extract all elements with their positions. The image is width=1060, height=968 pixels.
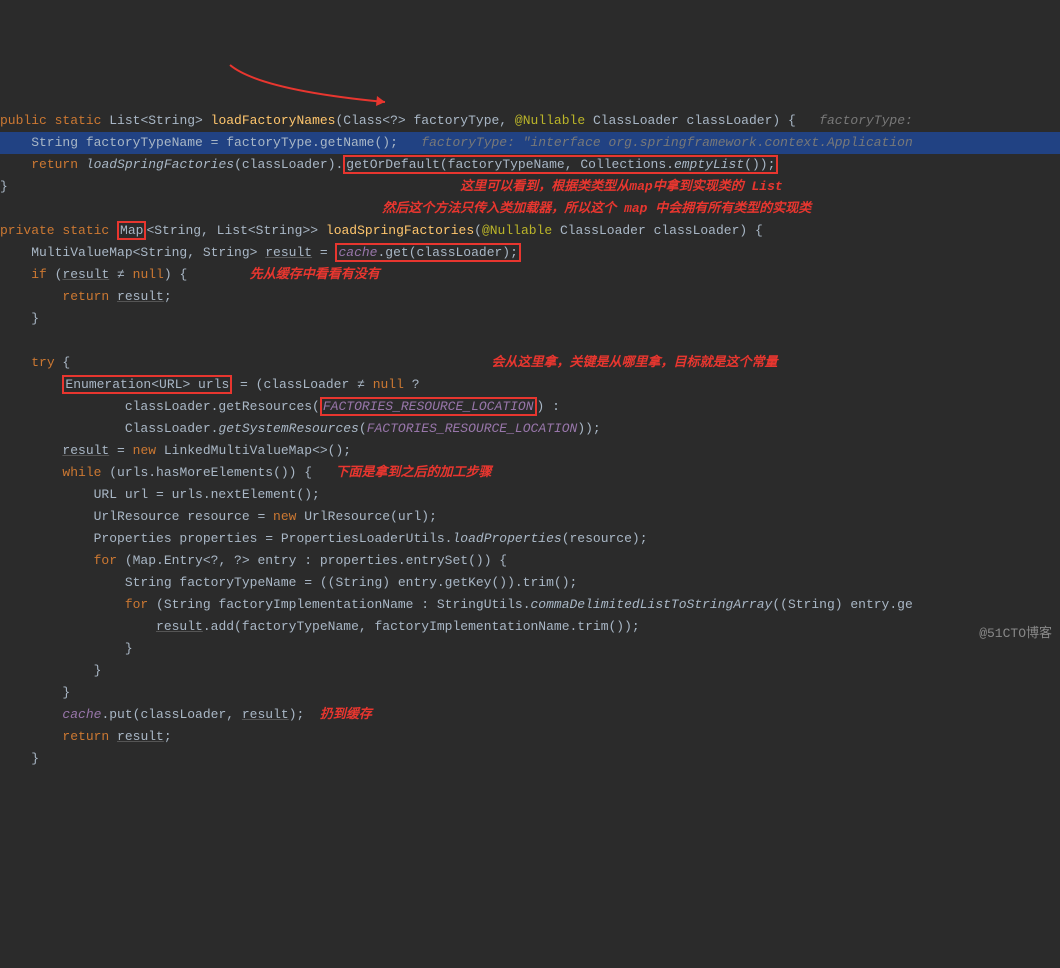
annotation: 下面是拿到之后的加工步骤 — [335, 465, 491, 480]
highlight-box: cache.get(classLoader); — [335, 243, 520, 262]
code-line: } — [0, 179, 8, 194]
highlighted-line: String factoryTypeName = factoryType.get… — [0, 132, 1060, 154]
highlight-box: getOrDefault(factoryTypeName, Collection… — [343, 155, 778, 174]
code-line: } — [0, 663, 101, 678]
annotation: 扔到缓存 — [320, 707, 372, 722]
code-editor[interactable]: public static List<String> loadFactoryNa… — [0, 88, 1060, 770]
code-line: return result; — [0, 729, 172, 744]
code-line: String factoryTypeName = ((String) entry… — [0, 575, 577, 590]
code-line: ClassLoader.getSystemResources(FACTORIES… — [0, 421, 601, 436]
code-line: while (urls.hasMoreElements()) { 下面是拿到之后… — [0, 465, 492, 480]
code-line: UrlResource resource = new UrlResource(u… — [0, 509, 437, 524]
annotation: 会从这里拿，关键是从哪里拿，目标就是这个常量 — [492, 355, 778, 370]
code-line: classLoader.getResources(FACTORIES_RESOU… — [0, 397, 560, 416]
code-line: Properties properties = PropertiesLoader… — [0, 531, 648, 546]
code-line: if (result ≠ null) { 先从缓存中看看有没有 — [0, 267, 380, 282]
annotation: 先从缓存中看看有没有 — [250, 267, 380, 282]
code-line: return result; — [0, 289, 172, 304]
annotation: 这里可以看到，根据类类型从map中拿到实现类的 List — [460, 179, 782, 194]
code-line: Enumeration<URL> urls = (classLoader ≠ n… — [0, 375, 420, 394]
code-line: } — [0, 751, 39, 766]
code-line: result.add(factoryTypeName, factoryImple… — [0, 619, 640, 634]
code-line: for (String factoryImplementationName : … — [0, 597, 913, 612]
code-line: } — [0, 641, 133, 656]
highlight-box: Enumeration<URL> urls — [62, 375, 232, 394]
annotation: 然后这个方法只传入类加载器，所以这个 map 中会拥有所有类型的实现类 — [382, 201, 811, 216]
highlight-box: FACTORIES_RESOURCE_LOCATION — [320, 397, 537, 416]
code-line: for (Map.Entry<?, ?> entry : properties.… — [0, 553, 507, 568]
highlight-box: Map — [117, 221, 146, 240]
watermark: @51CTO博客 — [979, 623, 1052, 645]
code-line: cache.put(classLoader, result); 扔到缓存 — [0, 707, 372, 722]
code-line: return loadSpringFactories(classLoader).… — [0, 155, 778, 174]
code-line: try { 会从这里拿，关键是从哪里拿，目标就是这个常量 — [0, 355, 778, 370]
code-line: MultiValueMap<String, String> result = c… — [0, 243, 521, 262]
code-line: public static List<String> loadFactoryNa… — [0, 113, 913, 128]
code-line: URL url = urls.nextElement(); — [0, 487, 320, 502]
code-line: private static Map<String, List<String>>… — [0, 221, 763, 240]
code-line: } — [0, 311, 39, 326]
code-line: } — [0, 685, 70, 700]
code-line: result = new LinkedMultiValueMap<>(); — [0, 443, 351, 458]
